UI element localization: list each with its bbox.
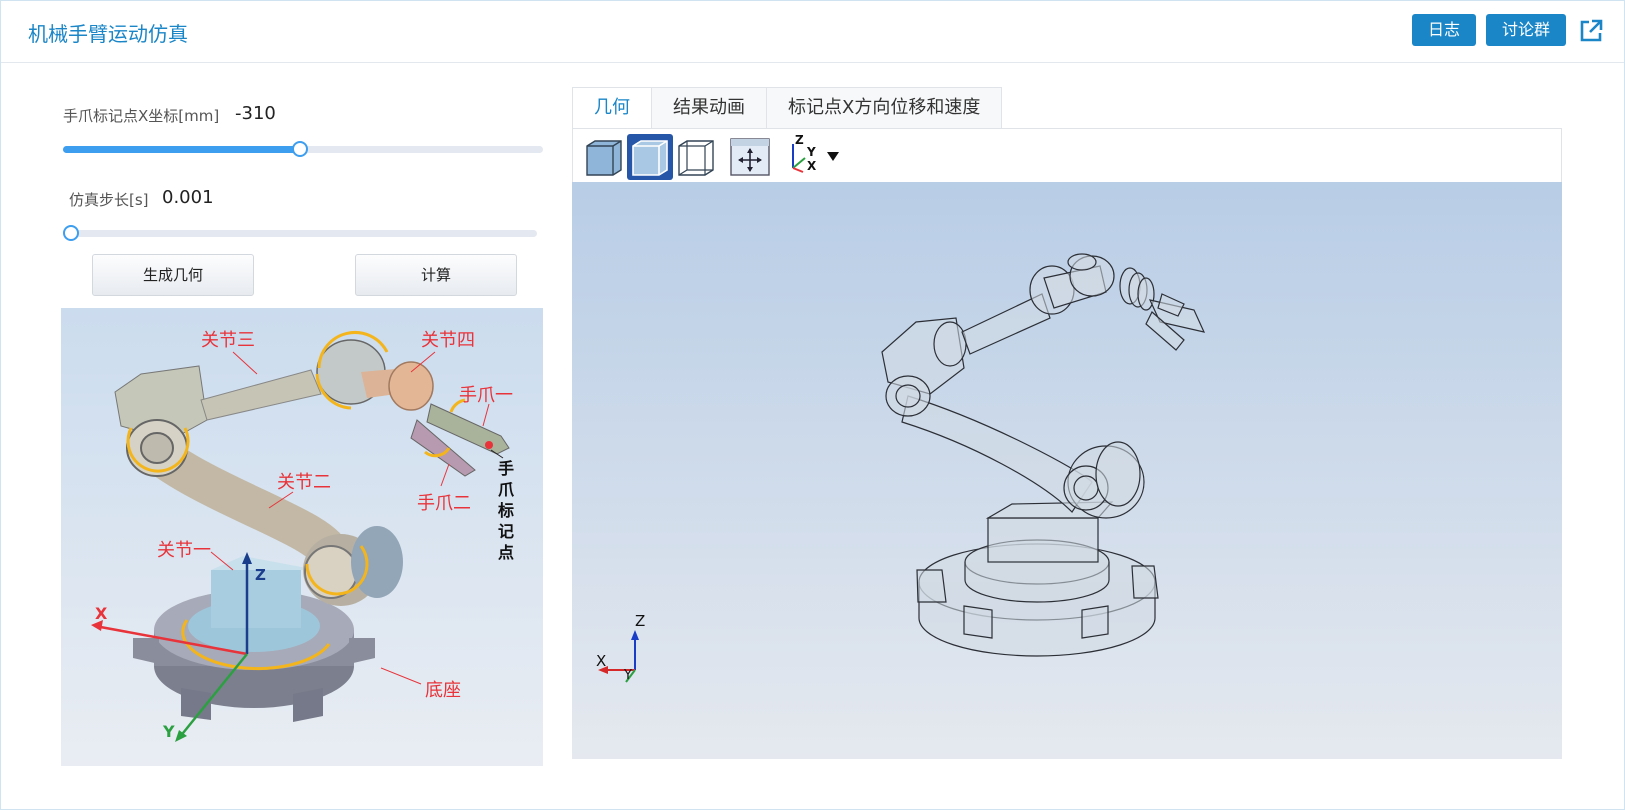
diagram-axis-x-label: X [95,604,108,623]
joint4-label: 关节四 [421,330,475,351]
top-bar: 机械手臂运动仿真 日志 讨论群 [1,1,1624,63]
view-toolbar: Z Y X [572,128,1562,182]
base-label: 底座 [425,680,461,701]
toolbar-axis-y-label: Y [807,145,816,159]
claw1-label: 手爪一 [459,385,513,406]
x-coord-slider-thumb[interactable] [292,141,308,157]
step-slider[interactable] [63,225,537,241]
external-link-icon[interactable] [1578,18,1604,44]
marker-label: 手爪标记点 [498,459,515,562]
step-slider-thumb[interactable] [63,225,79,241]
tab-marker-x-displacement-velocity[interactable]: 标记点X方向位移和速度 [767,87,1003,128]
viewport-axis-z-label: Z [635,612,646,630]
robot-arm-illustration [91,331,510,742]
robot-arm-wireframe-model [598,253,1206,683]
tab-geometry[interactable]: 几何 [572,87,652,128]
log-button[interactable]: 日志 [1412,14,1476,46]
results-panel: 几何 结果动画 标记点X方向位移和速度 Z Y X Z X Y [572,87,1562,759]
viewport-axis-x-label: X [596,652,607,670]
wireframe-view-icon[interactable] [673,134,719,180]
x-coord-value: -310 [235,103,276,124]
3d-viewport[interactable]: Z X Y [572,182,1562,759]
discussion-group-button[interactable]: 讨论群 [1486,14,1566,46]
viewport-axis-y-label: Y [624,668,632,683]
x-coord-slider[interactable] [63,141,543,157]
claw2-label: 手爪二 [417,493,471,514]
diagram-axis-z-label: Z [255,566,266,584]
shaded-view-icon[interactable] [581,134,627,180]
joint3-label: 关节三 [201,330,255,351]
app-window: 机械手臂运动仿真 日志 讨论群 手爪标记点X坐标[mm] -310 仿真步长[s… [0,0,1625,810]
diagram-axis-y-label: Y [163,722,175,741]
generate-geometry-button[interactable]: 生成几何 [92,254,254,296]
fit-view-icon[interactable] [727,134,773,180]
x-coord-slider-fill [63,146,300,153]
tab-result-animation[interactable]: 结果动画 [652,87,767,128]
toolbar-axis-x-label: X [807,159,817,173]
toolbar-axis-z-label: Z [795,133,804,147]
compute-button[interactable]: 计算 [355,254,517,296]
robot-arm-diagram: 关节三 关节四 手爪一 关节二 手爪二 关节一 底座 手爪标记点 X Y Z [61,308,543,766]
tab-bar: 几何 结果动画 标记点X方向位移和速度 [572,87,1003,128]
shaded-edges-view-icon[interactable] [627,134,673,180]
joint1-label: 关节一 [157,540,211,561]
step-label: 仿真步长[s] [69,191,149,209]
joint2-label: 关节二 [277,472,331,493]
x-coord-label: 手爪标记点X坐标[mm] [63,107,220,125]
app-title: 机械手臂运动仿真 [28,22,188,46]
step-value: 0.001 [162,187,214,208]
